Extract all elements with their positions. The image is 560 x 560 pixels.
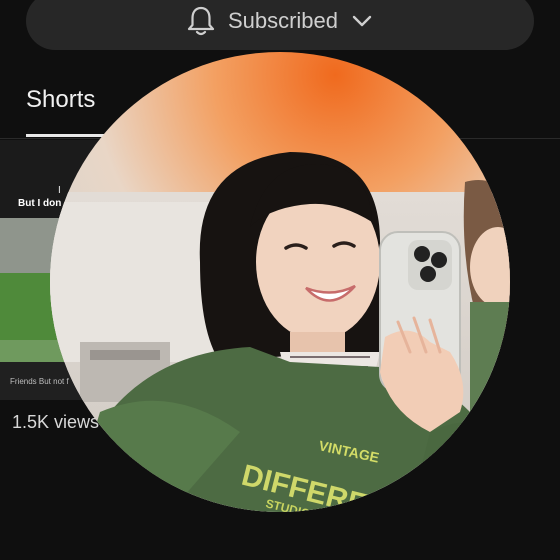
chevron-down-icon: [350, 9, 374, 33]
subscribed-label: Subscribed: [227, 8, 339, 33]
tab-shorts-underline: [26, 134, 106, 137]
short-caption-bottom: Friends But not f: [10, 377, 69, 386]
subscribed-button[interactable]: Subscribed: [26, 0, 534, 50]
tab-shorts[interactable]: Shorts: [26, 86, 95, 114]
short-caption-top: I: [58, 185, 61, 196]
short-caption-main: But I don: [18, 198, 62, 209]
avatar-photo[interactable]: VINTAGE DIFFERENT STUDIO: [50, 52, 510, 512]
short-views: 1.5K views: [12, 412, 100, 432]
bell-icon: [186, 5, 216, 37]
